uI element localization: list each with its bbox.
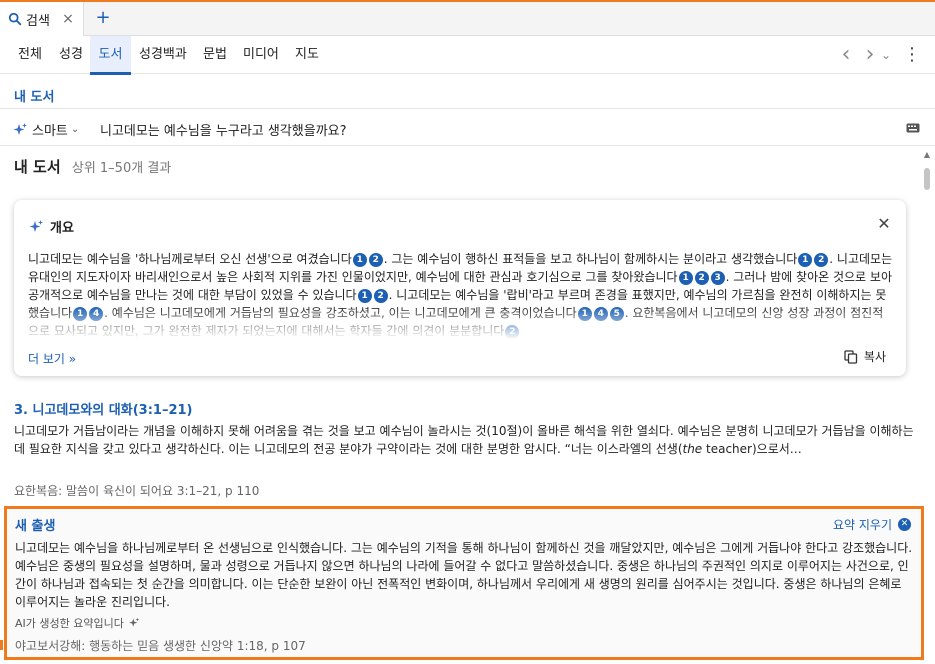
clear-summary-label: 요약 지우기 <box>832 518 892 532</box>
new-tab-button[interactable]: + <box>92 7 114 29</box>
search-bar: 스마트 ⌄ 니고데모는 예수님을 누구라고 생각했을까요? <box>0 110 935 146</box>
reference-badge[interactable]: 2 <box>373 289 388 303</box>
result-source[interactable]: 야고보서강해: 행동하는 믿음 생생한 신앙약 1:18, p 107 <box>15 637 306 654</box>
scroll-up-arrow-icon[interactable]: ▲ <box>922 150 932 160</box>
reference-badge[interactable]: 1 <box>357 289 372 303</box>
tab-grammar[interactable]: 문법 <box>195 36 235 74</box>
ai-note-label: AI가 생성한 요약입니다 <box>15 617 124 630</box>
sparkle-icon <box>29 219 43 232</box>
tab-all[interactable]: 전체 <box>10 36 50 74</box>
clear-icon: ✕ <box>898 518 911 531</box>
category-tabs: 전체 성경 도서 성경백과 문법 미디어 지도 ‹ › ⌄ ⋮ <box>0 36 935 75</box>
reference-badge[interactable]: 1 <box>678 271 693 285</box>
ai-summary-text: 니고데모는 예수님을 하나님께로부터 온 선생님으로 인식했습니다. 그는 예수… <box>15 541 913 609</box>
results-title: 내 도서 <box>14 158 61 176</box>
sparkle-icon <box>128 617 140 627</box>
tab-close-icon[interactable]: × <box>59 11 77 27</box>
result-title[interactable]: 3. 니고데모와의 대화(3:1–21) <box>14 399 192 418</box>
tab-bar: 검색 × + <box>0 2 935 36</box>
results-range: 상위 1–50개 결과 <box>71 161 172 176</box>
edge-marker <box>0 640 3 650</box>
reference-badge[interactable]: 2 <box>694 271 709 285</box>
keyboard-icon[interactable] <box>906 122 920 134</box>
result-title[interactable]: 새 출생 <box>15 515 55 534</box>
overview-card: 개요 ✕ 니고데모는 예수님을 '하나님께로부터 오신 선생'으로 여겼습니다 1… <box>14 200 906 376</box>
divider <box>0 108 935 109</box>
overview-title-text: 개요 <box>50 221 74 236</box>
tab-books[interactable]: 도서 <box>90 36 131 75</box>
tab-label: 검색 <box>26 13 50 29</box>
scroll-thumb[interactable] <box>924 168 930 190</box>
back-chevron-icon[interactable]: ‹ <box>836 44 856 66</box>
reference-badge[interactable]: 1 <box>798 253 813 267</box>
chevron-down-icon: ⌄ <box>70 124 80 135</box>
tab-search[interactable]: 검색 × <box>0 2 84 36</box>
result-source[interactable]: 요한복음: 말씀이 육신이 되어요 3:1–21, p 110 <box>14 482 259 499</box>
copy-label: 복사 <box>863 350 886 364</box>
copy-icon <box>844 349 858 364</box>
snippet-emphasis: the <box>682 442 703 456</box>
highlighted-result: 새 출생 요약 지우기 ✕ 니고데모는 예수님을 하나님께로부터 온 선생님으로… <box>4 506 924 660</box>
results-header: 내 도서 상위 1–50개 결과 <box>14 156 171 177</box>
tab-bible-encyclopedia[interactable]: 성경백과 <box>131 36 195 74</box>
tab-media[interactable]: 미디어 <box>235 36 287 74</box>
show-more-link[interactable]: 더 보기 » <box>28 350 76 367</box>
overview-text-segment: . 그는 예수님이 행하신 표적들을 보고 하나님이 함께하시는 분이라고 생각… <box>383 252 798 266</box>
tab-maps[interactable]: 지도 <box>287 36 327 74</box>
reference-badge[interactable]: 2 <box>814 253 829 267</box>
more-menu-icon[interactable]: ⋮ <box>902 45 922 65</box>
clear-summary-button[interactable]: 요약 지우기 ✕ <box>833 516 911 533</box>
overview-text-segment: 니고데모는 예수님을 '하나님께로부터 오신 선생'으로 여겼습니다 <box>28 252 352 266</box>
search-mode-selector[interactable]: 스마트 ⌄ <box>12 120 79 139</box>
history-dropdown-icon[interactable]: ⌄ <box>876 45 896 65</box>
my-library-link[interactable]: 내 도서 <box>14 86 54 105</box>
search-input[interactable]: 니고데모는 예수님을 누구라고 생각했을까요? <box>100 120 347 139</box>
overview-title: 개요 <box>28 217 74 236</box>
snippet-text-end: teacher)으로서… <box>702 442 802 456</box>
text-fade <box>28 306 894 340</box>
sparkle-icon <box>13 122 27 135</box>
search-icon <box>8 12 22 26</box>
result-snippet: 니고데모가 거듭남이라는 개념을 이해하지 못해 어려움을 겪는 것을 보고 예… <box>14 422 914 458</box>
ai-generated-note: AI가 생성한 요약입니다 <box>15 615 140 631</box>
reference-badge[interactable]: 1 <box>352 253 367 267</box>
tab-bible[interactable]: 성경 <box>51 36 91 74</box>
close-icon[interactable]: ✕ <box>876 216 892 232</box>
search-mode-label: 스마트 <box>32 124 68 139</box>
copy-button[interactable]: 복사 <box>844 348 886 365</box>
reference-badge[interactable]: 3 <box>710 271 725 285</box>
overview-text: 니고데모는 예수님을 '하나님께로부터 오신 선생'으로 여겼습니다 1 2. 그는… <box>28 250 894 340</box>
reference-badge[interactable]: 2 <box>368 253 383 267</box>
